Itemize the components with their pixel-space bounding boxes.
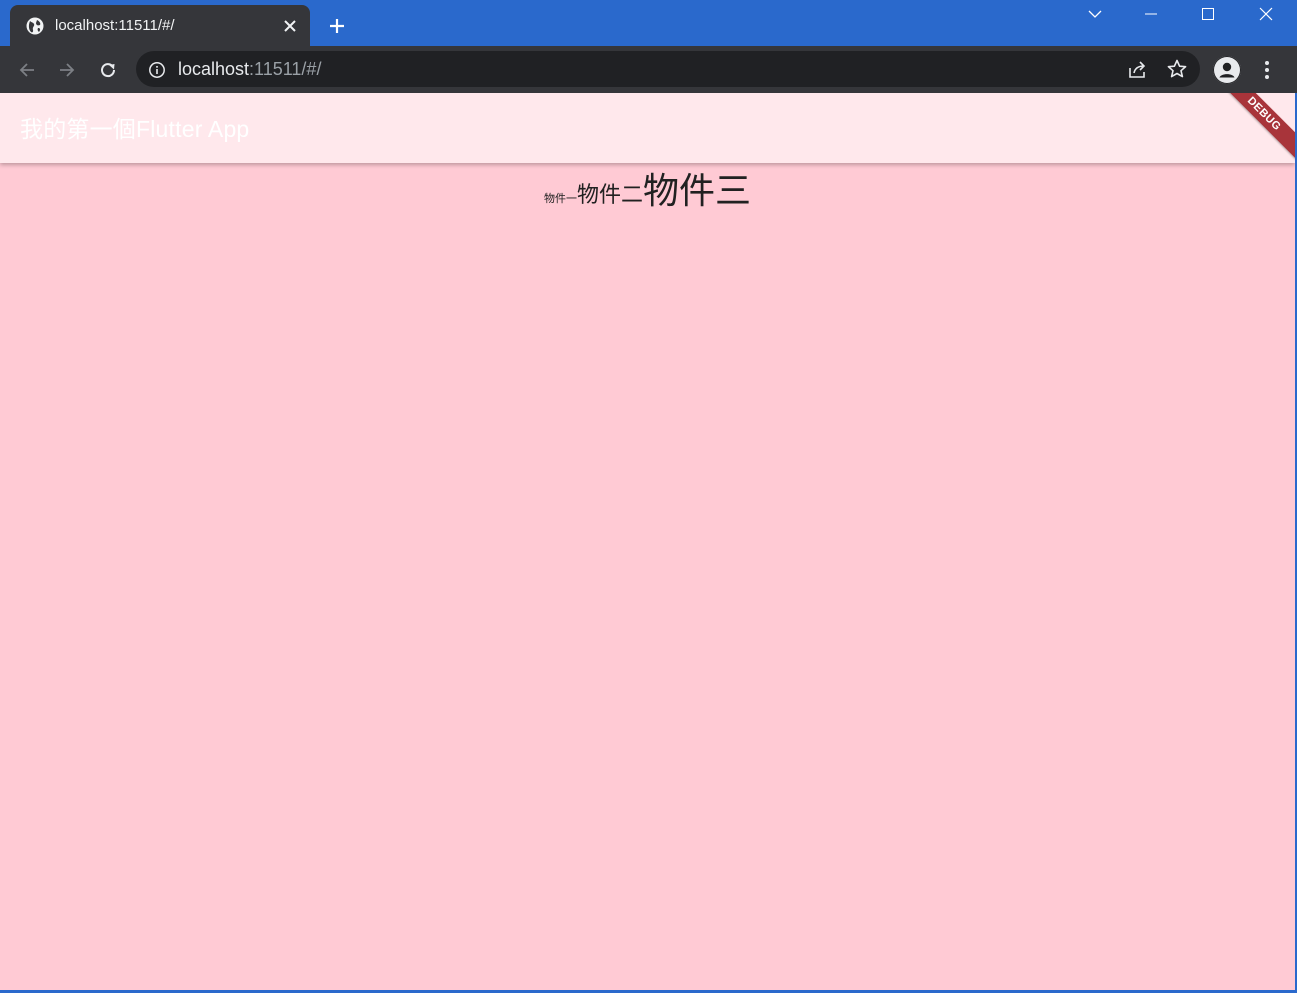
browser-window: localhost:11511/#/ localhost:11511/#/ 我的… [0,0,1297,993]
url-path: :11511/#/ [249,59,322,79]
app-title: 我的第一個Flutter App [20,116,250,142]
bookmark-star-icon[interactable] [1166,58,1188,80]
url-text: localhost:11511/#/ [178,59,321,79]
item-2-text: 物件二 [576,183,643,208]
close-window-button[interactable] [1243,0,1289,28]
address-bar[interactable]: localhost:11511/#/ [136,51,1200,87]
maximize-button[interactable] [1185,0,1231,28]
item-1-text: 物件一 [543,192,577,205]
browser-toolbar: localhost:11511/#/ [0,46,1297,93]
site-info-icon[interactable] [148,61,166,79]
url-host: localhost [178,59,250,79]
tab-strip: localhost:11511/#/ [0,0,1297,46]
reload-button[interactable] [93,55,123,85]
profile-avatar-icon[interactable] [1213,56,1241,84]
tab-search-chevron-icon[interactable] [1072,0,1118,28]
app-bar: 我的第一個Flutter App [0,93,1295,163]
item-3-text: 物件三 [643,171,752,212]
browser-tab[interactable]: localhost:11511/#/ [10,5,310,46]
globe-icon [26,17,44,35]
minimize-button[interactable] [1128,0,1174,28]
forward-button[interactable] [52,55,82,85]
more-menu-icon[interactable] [1256,58,1278,82]
new-tab-button[interactable] [325,14,349,38]
page-viewport: 我的第一個Flutter App 物件一 物件二 物件三 DEBUG [0,93,1295,990]
item-row: 物件一 物件二 物件三 [0,171,1295,213]
tab-title: localhost:11511/#/ [55,17,175,34]
back-button[interactable] [12,55,42,85]
close-tab-icon[interactable] [280,16,300,36]
share-icon[interactable] [1126,59,1148,81]
